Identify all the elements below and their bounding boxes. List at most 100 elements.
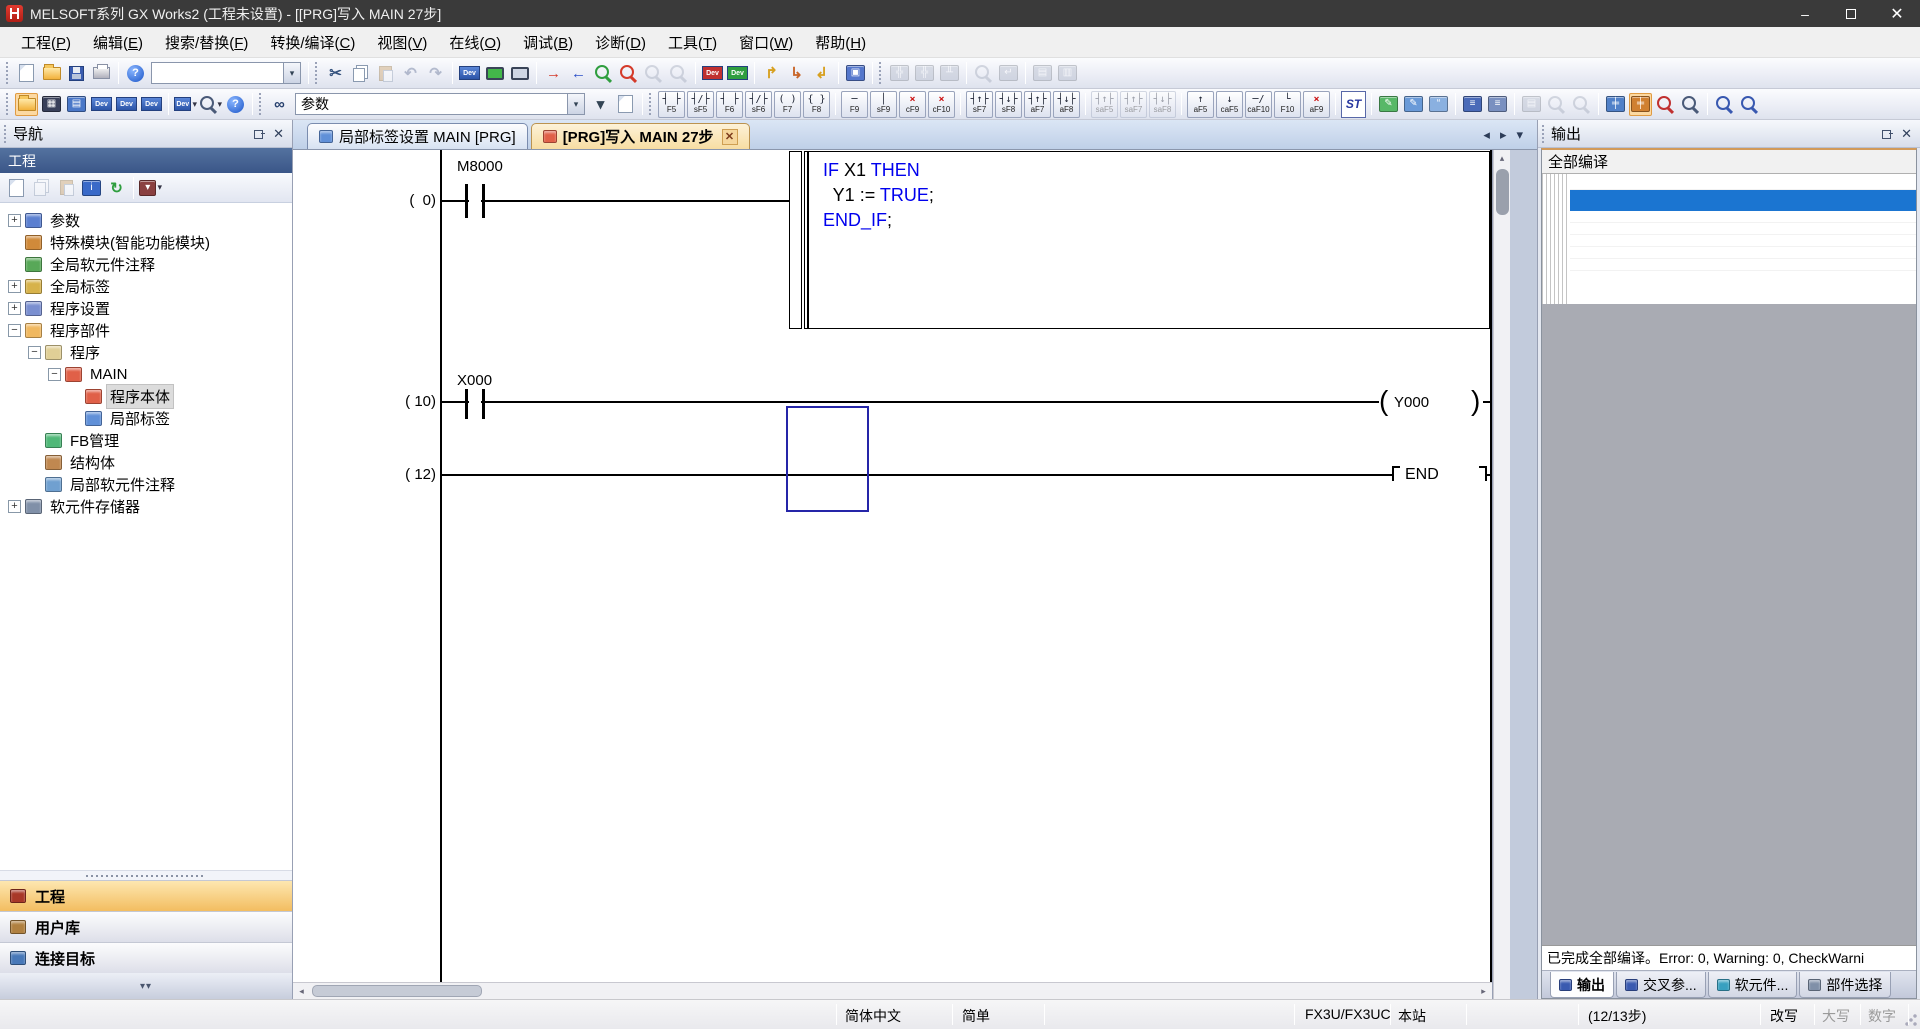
horizontal-line-button[interactable]: ─F9	[841, 91, 868, 118]
output-tab-软元件...[interactable]: 软元件...	[1708, 972, 1798, 998]
device-find-window-button[interactable]: Dev	[90, 93, 113, 116]
close-branch-button[interactable]: ┤/├sF6	[745, 91, 772, 118]
nav-sort-button[interactable]: ▾▾	[139, 176, 162, 199]
tree-expander[interactable]: +	[8, 280, 21, 293]
minimize-button[interactable]: –	[1782, 0, 1828, 27]
menu-item-H[interactable]: 帮助(H)	[804, 28, 877, 57]
tab-scroll-left-icon[interactable]: ◂	[1483, 127, 1490, 143]
compile-row[interactable]	[1570, 259, 1916, 271]
copy-button[interactable]	[349, 62, 372, 85]
menu-item-O[interactable]: 在线(O)	[438, 28, 512, 57]
device-combo[interactable]: 参数▾	[295, 93, 585, 115]
navigation-chevrons[interactable]: ▾▾	[0, 973, 292, 999]
horizontal-scrollbar[interactable]: ◂ ▸	[293, 982, 1492, 999]
menu-item-W[interactable]: 窗口(W)	[728, 28, 804, 57]
undo-button[interactable]: ↶	[399, 62, 422, 85]
tree-item-软元件存储器[interactable]: +软元件存储器	[0, 495, 292, 517]
chevron-down-icon[interactable]: ▾	[283, 63, 300, 83]
close-contact-button[interactable]: ┤/├sF5	[687, 91, 714, 118]
nav-refresh-button[interactable]: ↻	[105, 176, 128, 199]
compile-result-list[interactable]	[1542, 174, 1916, 304]
tree-item-参数[interactable]: +参数	[0, 209, 292, 231]
intelligent-monitor-button[interactable]: Dev	[140, 93, 163, 116]
note-batch-edit-button[interactable]: ≡	[1486, 93, 1509, 116]
statement-batch-edit-button[interactable]: ≡	[1461, 93, 1484, 116]
tree-item-局部软元件注释[interactable]: 局部软元件注释	[0, 473, 292, 495]
falling-pulse-close-branch-button[interactable]: ┤↓├saF8	[1149, 91, 1176, 118]
ladder-sheet[interactable]: ( 0) M8000 IF X1 THEN Y1 := TRUE;END_IF;…	[293, 150, 1493, 999]
toolbar-grip[interactable]	[878, 62, 883, 84]
tree-item-FB管理[interactable]: FB管理	[0, 429, 292, 451]
delete-vline-button[interactable]: ×cF10	[928, 91, 955, 118]
tree-item-程序设置[interactable]: +程序设置	[0, 297, 292, 319]
invert-result-down-button[interactable]: ↓caF5	[1216, 91, 1243, 118]
device-test-on-button[interactable]: Dev	[726, 62, 749, 85]
delete-line-button[interactable]: ×aF9	[1303, 91, 1330, 118]
close-button[interactable]: ✕	[1874, 0, 1920, 27]
ladder-jump-button[interactable]: ↵	[997, 62, 1020, 85]
toolbar-grip[interactable]	[314, 62, 319, 84]
monitor-start-all-button[interactable]	[642, 62, 665, 85]
tree-item-程序[interactable]: −程序	[0, 341, 292, 363]
output-tab-输出[interactable]: 输出	[1550, 972, 1614, 998]
toolbar-grip[interactable]	[5, 62, 10, 84]
falling-pulse-button[interactable]: ┤↓├sF8	[995, 91, 1022, 118]
document-gen-button[interactable]: ▤	[1520, 93, 1543, 116]
monitor-watch-button[interactable]	[508, 62, 531, 85]
scroll-up-icon[interactable]: ▴	[1494, 150, 1511, 167]
ladder-block-conv3-button[interactable]: ╨	[938, 62, 961, 85]
menu-item-D[interactable]: 诊断(D)	[584, 28, 657, 57]
contact-device-label[interactable]: M8000	[457, 158, 503, 175]
output-tab-部件选择[interactable]: 部件选择	[1799, 972, 1891, 998]
pin-icon[interactable]	[253, 128, 265, 140]
nav-paste-button[interactable]	[55, 176, 78, 199]
tree-item-程序本体[interactable]: 程序本体	[0, 385, 292, 407]
device-batch-window-button[interactable]: Dev	[115, 93, 138, 116]
tab-close-icon[interactable]: ✕	[722, 129, 738, 145]
step-skip-button[interactable]: ↲	[810, 62, 833, 85]
compile-row[interactable]	[1570, 247, 1916, 259]
compile-row[interactable]	[1570, 235, 1916, 247]
application-instruction-button[interactable]: { }F8	[803, 91, 830, 118]
rising-pulse-close-button[interactable]: ┤↑├saF5	[1091, 91, 1118, 118]
scroll-right-icon[interactable]: ▸	[1475, 983, 1492, 999]
device-display-button[interactable]: Dev	[458, 62, 481, 85]
contact-device-label[interactable]: X000	[457, 372, 492, 389]
cut-button[interactable]: ✂	[324, 62, 347, 85]
tree-expander[interactable]: +	[8, 500, 21, 513]
chevron-down-icon[interactable]: ▾	[567, 94, 584, 114]
toolbar-grip[interactable]	[258, 93, 263, 115]
panel-grip[interactable]	[4, 125, 8, 143]
menu-item-E[interactable]: 编辑(E)	[82, 28, 154, 57]
tree-item-全局软元件注释[interactable]: 全局软元件注释	[0, 253, 292, 275]
falling-pulse-branch-button[interactable]: ┤↓├aF8	[1053, 91, 1080, 118]
nav-view-button-用户库[interactable]: 用户库	[0, 911, 292, 942]
nav-copy-button[interactable]	[30, 176, 53, 199]
monitor-start-button[interactable]	[592, 62, 615, 85]
help-button[interactable]: ?	[124, 62, 147, 85]
check-program-button[interactable]	[1545, 93, 1568, 116]
invert-result-up-button[interactable]: ↑aF5	[1187, 91, 1214, 118]
tree-item-局部标签[interactable]: 局部标签	[0, 407, 292, 429]
document-tab[interactable]: [PRG]写入 MAIN 27步✕	[531, 123, 750, 149]
nav-view-button-工程[interactable]: 工程	[0, 880, 292, 911]
combo-history-button[interactable]: ▾	[589, 93, 612, 116]
save-project-button[interactable]	[65, 62, 88, 85]
nav-new-button[interactable]	[5, 176, 28, 199]
monitor-stop-all-button[interactable]	[667, 62, 690, 85]
tree-expander[interactable]: −	[8, 324, 21, 337]
tree-expander[interactable]: −	[48, 368, 61, 381]
tree-item-MAIN[interactable]: −MAIN	[0, 363, 292, 385]
menu-item-C[interactable]: 转换/编译(C)	[259, 28, 366, 57]
ladder-block-conv2-button[interactable]: ╬	[913, 62, 936, 85]
delete-hline-button[interactable]: ×cF9	[899, 91, 926, 118]
tab-list-icon[interactable]: ▾	[1516, 127, 1523, 143]
menu-item-B[interactable]: 调试(B)	[512, 28, 584, 57]
toolbar-grip[interactable]	[5, 93, 10, 115]
open-branch-button[interactable]: ┤ ├F6	[716, 91, 743, 118]
toolbar-grip[interactable]	[648, 93, 653, 115]
scroll-left-icon[interactable]: ◂	[293, 983, 310, 999]
ladder-reg2-button[interactable]: ▥	[1056, 62, 1079, 85]
coil-device-label[interactable]: Y000	[1394, 394, 1429, 411]
paste-button[interactable]	[374, 62, 397, 85]
